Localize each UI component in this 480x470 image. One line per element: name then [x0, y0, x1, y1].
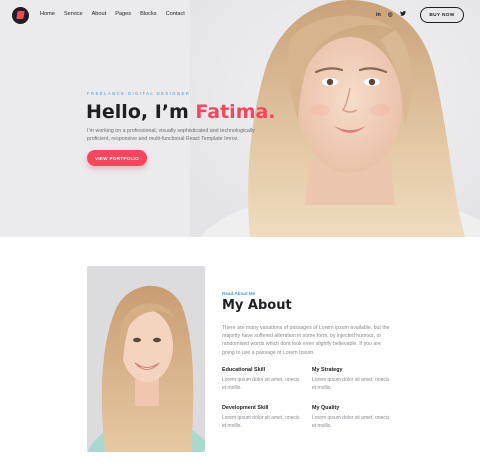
skill-description: Lorem ipsum dolor sit amet, onecis et mo… — [222, 415, 300, 429]
hero-name: Fatima. — [195, 101, 276, 123]
skill-block-development: Development Skill Lorem ipsum dolor sit … — [222, 405, 302, 431]
hero-section: Home Service About Pages Blocks Contact … — [0, 0, 480, 237]
nav-item-home[interactable]: Home — [40, 11, 55, 17]
skill-title: My Quality — [312, 405, 340, 411]
nav-item-contact[interactable]: Contact — [166, 11, 185, 17]
skill-block-quality: My Quality Lorem ipsum dolor sit amet, o… — [312, 405, 392, 431]
buy-now-button[interactable]: BUY NOW — [420, 7, 464, 23]
logo-icon[interactable] — [12, 7, 29, 24]
view-portfolio-button[interactable]: VIEW PORTFOLIO — [87, 150, 147, 166]
skill-block-educational: Educational Skill Lorem ipsum dolor sit … — [222, 367, 302, 393]
nav-item-about[interactable]: About — [92, 11, 107, 17]
skill-title: My Strategy — [312, 367, 343, 373]
about-title: My About — [222, 298, 292, 313]
skill-block-strategy: My Strategy Lorem ipsum dolor sit amet, … — [312, 367, 392, 393]
hero-greeting: Hello, I’m — [86, 101, 196, 123]
top-navbar: Home Service About Pages Blocks Contact … — [0, 0, 480, 30]
hero-headline: Hello, I’m Fatima. — [86, 101, 276, 123]
skill-description: Lorem ipsum dolor sit amet, onecis et mo… — [222, 377, 300, 391]
hero-eyebrow: FREELANCE DIGITAL DESIGNER — [87, 91, 191, 96]
nav-item-blocks[interactable]: Blocks — [140, 11, 156, 17]
twitter-icon[interactable] — [399, 11, 406, 18]
hero-description: I’m working on a professional, visually … — [87, 128, 255, 142]
about-section-label: Read About Me — [222, 291, 256, 296]
main-nav: Home Service About Pages Blocks Contact — [40, 11, 185, 17]
nav-item-service[interactable]: Service — [64, 11, 83, 17]
skill-title: Educational Skill — [222, 367, 266, 373]
skill-description: Lorem ipsum dolor sit amet, onecis et mo… — [312, 377, 390, 391]
about-portrait-image — [87, 266, 205, 452]
linkedin-icon[interactable]: in — [376, 12, 381, 18]
about-description: There are many variations of passages of… — [222, 325, 390, 356]
nav-item-pages[interactable]: Pages — [115, 11, 131, 17]
skill-description: Lorem ipsum dolor sit amet, onecis et mo… — [312, 415, 390, 429]
skill-title: Development Skill — [222, 405, 269, 411]
social-links: in ◎ — [376, 11, 406, 18]
instagram-icon[interactable]: ◎ — [388, 12, 393, 18]
